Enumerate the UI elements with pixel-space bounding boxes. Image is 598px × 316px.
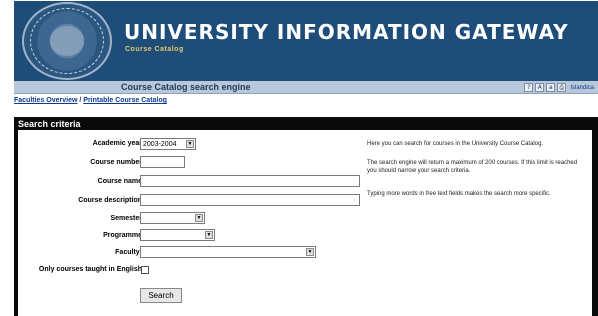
chevron-down-icon: ▼ <box>306 248 314 256</box>
search-form: Academic year 2003-2004 ▼ Course number … <box>18 130 592 316</box>
course-number-input[interactable] <box>140 156 185 168</box>
help-icon[interactable]: ? <box>524 83 534 92</box>
course-name-input[interactable] <box>140 175 360 187</box>
academic-year-select[interactable]: 2003-2004 ▼ <box>140 138 196 150</box>
faculties-overview-link[interactable]: Faculties Overview <box>14 97 77 104</box>
help-text-intro: Here you can search for courses in the U… <box>367 141 544 147</box>
help-text-limit: The search engine will return a maximum … <box>367 160 578 174</box>
help-text-tip: Typing more words in free text fields ma… <box>367 191 551 197</box>
course-description-input[interactable] <box>140 194 360 206</box>
breadcrumb: Faculties Overview / Printable Course Ca… <box>14 97 167 104</box>
semester-select[interactable]: ▼ <box>140 212 205 224</box>
subheader-bar: Course Catalog search engine ? A a ⎙ Isl… <box>14 81 598 94</box>
academic-year-label: Academic year <box>92 140 142 147</box>
toolbar: ? A a ⎙ Islandica <box>524 83 594 92</box>
course-description-label: Course description <box>78 197 142 204</box>
course-name-label: Course name <box>97 178 142 185</box>
academic-year-value: 2003-2004 <box>143 140 177 148</box>
header-banner: UNIVERSITY INFORMATION GATEWAY Course Ca… <box>14 1 598 81</box>
language-link[interactable]: Islandica <box>570 85 594 91</box>
programme-label: Programme <box>103 232 142 239</box>
programme-select[interactable]: ▼ <box>140 229 215 241</box>
chevron-down-icon: ▼ <box>186 140 194 148</box>
print-icon[interactable]: ⎙ <box>557 83 567 92</box>
printable-catalog-link[interactable]: Printable Course Catalog <box>83 97 167 104</box>
search-panel: Search criteria Academic year 2003-2004 … <box>14 117 598 316</box>
page-title: Course Catalog search engine <box>121 82 251 92</box>
semester-label: Semester <box>110 215 142 222</box>
seal-emblem <box>50 26 84 56</box>
site-subtitle: Course Catalog <box>125 46 184 53</box>
breadcrumb-separator: / <box>79 97 82 104</box>
font-small-icon[interactable]: a <box>546 83 556 92</box>
english-only-checkbox[interactable] <box>141 266 149 274</box>
university-seal-icon <box>22 2 112 80</box>
site-title: UNIVERSITY INFORMATION GATEWAY <box>124 20 569 44</box>
course-number-label: Course number <box>90 159 142 166</box>
search-button[interactable]: Search <box>140 288 182 303</box>
chevron-down-icon: ▼ <box>195 214 203 222</box>
search-panel-title: Search criteria <box>18 119 81 129</box>
chevron-down-icon: ▼ <box>205 231 213 239</box>
faculty-select[interactable]: ▼ <box>140 246 316 258</box>
font-large-icon[interactable]: A <box>535 83 545 92</box>
english-only-label: Only courses taught in English <box>38 266 142 273</box>
faculty-label: Faculty: <box>115 249 142 256</box>
